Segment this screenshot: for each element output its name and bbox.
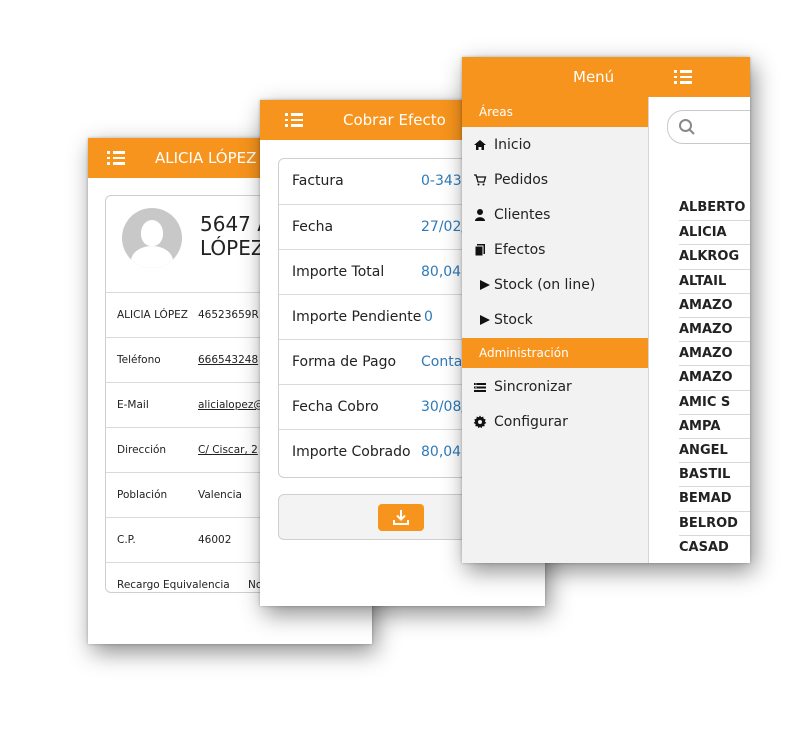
play-icon [480,315,490,325]
phone-link[interactable]: 666543248 [198,354,258,366]
list-item-label: AMPA [679,418,721,434]
search-icon [679,119,695,135]
sync-icon [474,383,486,392]
payment-title: Cobrar Efecto [343,111,446,129]
menu-icon[interactable] [674,70,692,84]
menu-title: Menú [573,68,615,86]
list-item-label: ALBERTO [679,200,746,215]
email-link[interactable]: alicialopez@ [198,399,264,411]
side-menu: Áreas Inicio Pedidos Clientes Efectos St… [462,97,648,563]
list-item-label: AMAZO [679,370,733,386]
menu-item-sincronizar[interactable]: Sincronizar [462,371,648,405]
list-item-label: AMAZO [679,297,733,313]
list-item-label: AMAZO [679,322,733,337]
download-button[interactable] [378,504,424,531]
list-item[interactable]: BELROD [679,510,750,536]
list-item-label: BASTIL [679,467,731,483]
list-item[interactable]: AMIC S [679,389,750,415]
list-item-label: BELROD [679,515,738,531]
menu-item-stock-online[interactable]: Stock (on line) [462,269,648,303]
list-item[interactable]: ALKROG [679,244,750,269]
menu-item-efectos[interactable]: Efectos [462,234,648,268]
menu-item-configurar[interactable]: Configurar [462,406,648,440]
list-item-label: AMIC S [679,394,731,410]
list-item[interactable]: BASTIL [679,462,750,487]
gear-icon [473,415,487,429]
list-item[interactable]: AMAZO [679,317,750,342]
list-item[interactable]: AMPA [679,413,750,439]
list-item-label: CASAD [679,539,729,555]
home-icon [474,140,486,150]
list-item-label: ANGEL [679,443,728,458]
menu-screen: Menú Áreas Inicio Pedidos Clientes Efect… [462,57,750,563]
list-item-label: AMAZO [679,346,733,362]
list-item-label: ALICIA [679,225,727,241]
list-item[interactable]: ANGEL [679,438,750,463]
menu-topbar: Menú [462,57,750,97]
menu-icon[interactable] [285,113,303,127]
search-input[interactable] [667,110,750,144]
list-item-label: ALKROG [679,249,740,265]
address-link[interactable]: C/ Ciscar, 2 [198,444,258,456]
person-icon [475,209,485,221]
menu-item-clientes[interactable]: Clientes [462,199,648,233]
list-item[interactable]: AMAZO [679,341,750,366]
list-item-label: ALTAIL [679,273,727,289]
menu-icon[interactable] [107,151,125,165]
admin-section-header: Administración [462,338,648,368]
list-item-label: BEMAD [679,491,732,507]
document-icon [474,244,485,257]
list-item[interactable]: ALBERTO [679,196,750,220]
cart-icon [474,174,487,186]
customer-title: ALICIA LÓPEZ [155,149,257,167]
menu-item-stock[interactable]: Stock [462,304,648,338]
list-item[interactable]: ALICIA [679,220,750,245]
areas-section-header: Áreas [462,97,648,127]
customer-list: ALBERTO ALICIA ALKROG ALTAIL AMAZO AMAZO AMAZO… [648,97,750,563]
list-item[interactable]: AMAZO [679,292,750,318]
list-item[interactable]: BEMAD [679,486,750,511]
menu-item-inicio[interactable]: Inicio [462,129,648,163]
list-item[interactable]: AMAZO [679,365,750,390]
list-item[interactable]: CASAD [679,534,750,560]
play-icon [480,280,490,290]
avatar [122,208,182,268]
list-item[interactable]: ALTAIL [679,268,750,294]
menu-item-pedidos[interactable]: Pedidos [462,164,648,198]
download-icon [393,510,409,525]
